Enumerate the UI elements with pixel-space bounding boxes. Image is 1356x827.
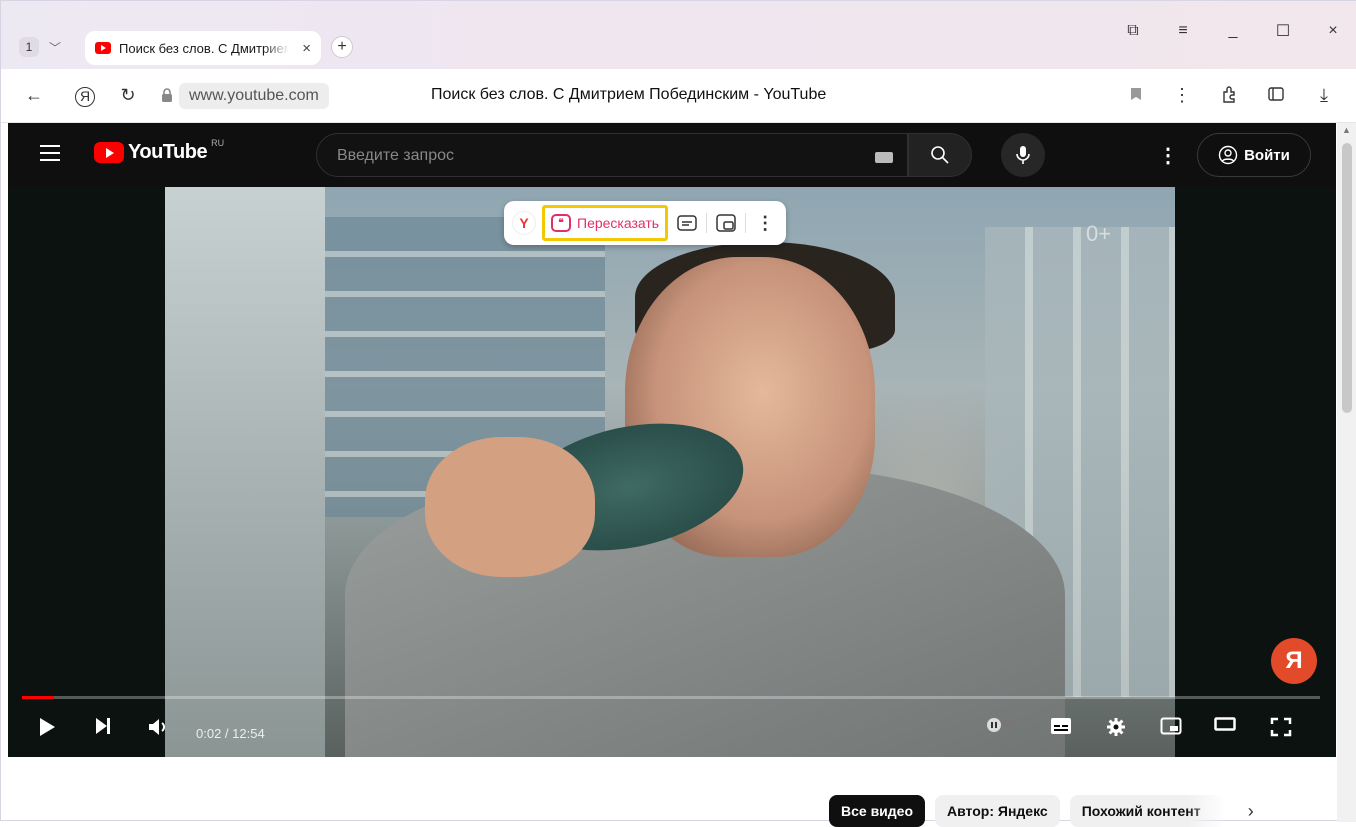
youtube-header: YouTube RU ⋮ Войти [8,123,1336,187]
progress-fill [22,696,55,699]
maximize-icon[interactable]: ☐ [1273,21,1293,41]
chevron-right-icon[interactable]: › [1248,801,1254,822]
gear-icon[interactable] [1106,717,1126,737]
download-icon[interactable]: ⤓ [1313,85,1335,106]
video-player[interactable]: 0+ Y ❝ Пересказать ⋮ Я 0:02 / 12:54 [8,187,1336,757]
progress-bar[interactable] [22,696,1320,699]
bookmark-icon[interactable] [1125,85,1147,106]
yandex-badge-icon[interactable]: Я [1271,638,1317,684]
window-controls: ⧉ ≡ _ ☐ × [1123,21,1343,41]
age-rating-badge: 0+ [1086,221,1112,246]
divider [706,213,708,233]
minimize-icon[interactable]: _ [1223,22,1243,40]
page-scrollbar[interactable]: ▲ [1337,123,1356,822]
sign-in-button[interactable]: Войти [1197,133,1311,177]
microphone-icon [1016,146,1030,164]
chevron-down-icon: ﹀ [49,40,62,55]
theater-mode-icon[interactable] [1214,717,1236,731]
tab-counter-button[interactable]: 1 ﹀ [13,34,71,60]
reload-icon[interactable]: ↻ [117,85,139,106]
search-icon [931,146,949,164]
scrollbar-thumb[interactable] [1342,143,1352,413]
scroll-up-icon[interactable]: ▲ [1342,125,1351,135]
retell-button[interactable]: ❝ Пересказать [542,205,669,241]
account-icon [1218,145,1238,165]
yandex-icon[interactable]: Я [75,87,95,107]
chip-similar-content[interactable]: Похожий контент [1069,795,1226,827]
more-vertical-icon[interactable]: ⋮ [752,210,778,236]
divider [745,213,747,233]
yandex-video-toolbar: Y ❝ Пересказать ⋮ [504,201,787,245]
player-controls: 0:02 / 12:54 [8,709,1336,753]
url-domain: www.youtube.com [179,83,329,109]
search-button[interactable] [908,133,972,177]
address-toolbar: ← Я ↻ www.youtube.com Поиск без слов. С … [1,69,1356,123]
chip-all-videos[interactable]: Все видео [829,795,926,827]
youtube-logo[interactable]: YouTube RU [94,137,225,164]
url-field[interactable]: www.youtube.com [161,82,329,110]
time-display: 0:02 / 12:54 [196,726,265,741]
tab-strip: 1 ﹀ Поиск без слов. С Дмитрием Побединск… [1,1,1356,69]
address-page-title[interactable]: Поиск без слов. С Дмитрием Побединским -… [431,86,826,104]
extensions-icon[interactable] [1219,85,1241,108]
window-close-icon[interactable]: × [1323,22,1343,40]
fullscreen-icon[interactable] [1270,717,1292,737]
back-arrow-icon[interactable]: ← [23,85,45,106]
filter-chips: Все видео Автор: Яндекс Похожий контент … [829,795,1254,827]
autoplay-toggle[interactable] [984,717,1020,733]
keyboard-icon[interactable] [875,152,893,163]
tab-title: Поиск без слов. С Дмитрием Побединским -… [119,40,289,56]
youtube-favicon-icon [95,42,111,54]
miniplayer-icon[interactable] [1160,717,1182,735]
captions-icon[interactable] [1050,717,1072,735]
hamburger-menu-icon[interactable] [40,145,60,161]
yandex-y-icon[interactable]: Y [512,211,536,235]
tab-youtube[interactable]: Поиск без слов. С Дмитрием Побединским -… [85,31,321,65]
menu-icon[interactable]: ≡ [1173,22,1193,40]
video-frame [165,187,1175,757]
bookmarks-icon[interactable]: ⧉ [1123,22,1143,40]
search-input[interactable] [337,144,837,168]
subtitles-icon[interactable] [674,210,700,236]
search-box [316,133,908,177]
picture-in-picture-icon[interactable] [713,210,739,236]
youtube-play-icon [94,142,124,163]
browser-window: 1 ﹀ Поиск без слов. С Дмитрием Побединск… [0,0,1356,827]
play-icon[interactable] [38,717,56,737]
next-icon[interactable] [94,717,112,735]
tab-count: 1 [19,37,39,57]
youtube-wordmark: YouTube [128,141,208,163]
lock-icon [161,87,173,105]
region-label: RU [211,137,225,148]
close-icon[interactable]: × [302,40,311,57]
sign-in-label: Войти [1244,146,1290,164]
retell-label: Пересказать [577,215,660,231]
more-vertical-icon[interactable]: ⋮ [1171,85,1193,106]
new-tab-button[interactable]: + [331,36,353,58]
quote-icon: ❝ [551,214,571,232]
collections-icon[interactable] [1265,85,1287,108]
settings-more-icon[interactable]: ⋮ [1158,143,1178,168]
volume-icon[interactable] [148,717,170,737]
voice-search-button[interactable] [1001,133,1045,177]
chip-author-yandex[interactable]: Автор: Яндекс [935,795,1060,827]
